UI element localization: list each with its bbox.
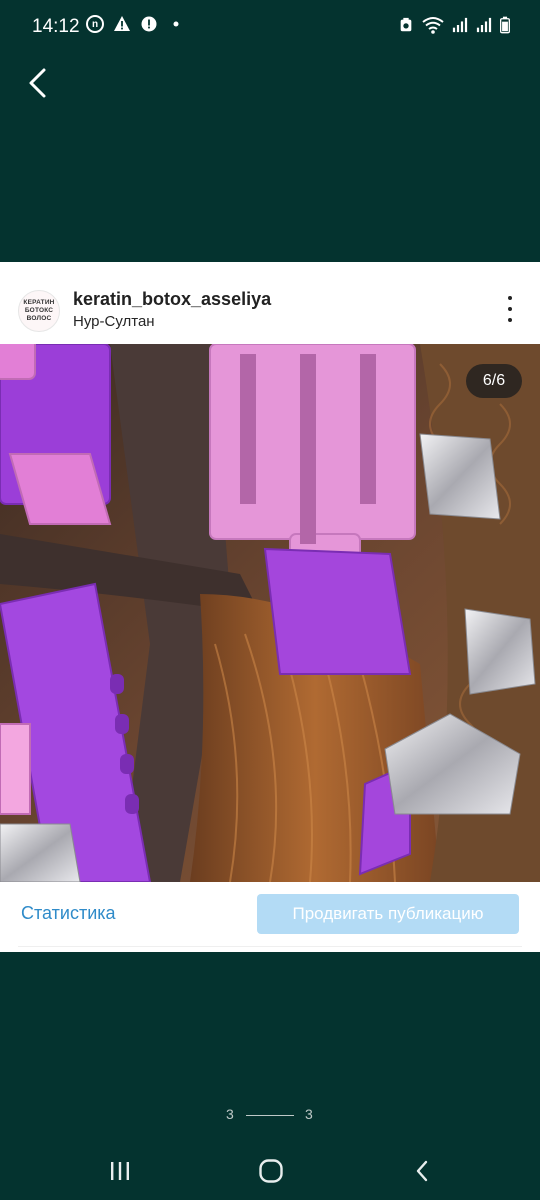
home-button[interactable]	[251, 1156, 291, 1186]
post-card: КЕРАТИН БОТОКС ВОЛОС keratin_botox_asseliy…	[0, 262, 540, 952]
pager-right: 3	[305, 1106, 313, 1122]
post-header: КЕРАТИН БОТОКС ВОЛОС keratin_botox_asseliy…	[0, 262, 540, 344]
divider	[18, 946, 522, 947]
system-back-button[interactable]	[403, 1156, 443, 1186]
status-left-icons: n	[86, 15, 185, 33]
image-counter: 6/6	[466, 364, 522, 398]
system-nav-bar	[0, 1140, 540, 1200]
more-vertical-icon	[508, 296, 512, 300]
signal-icon	[452, 16, 468, 39]
wifi-icon	[422, 16, 444, 39]
back-icon	[416, 1160, 428, 1182]
pager-left: 3	[226, 1106, 234, 1122]
dot-icon	[167, 15, 185, 33]
post-image-content	[0, 344, 540, 882]
statistics-link[interactable]: Статистика	[21, 903, 116, 924]
signal-icon	[476, 16, 492, 39]
recents-icon	[111, 1162, 129, 1180]
alert-icon	[140, 15, 158, 33]
home-icon	[259, 1159, 283, 1183]
status-time: 14:12	[32, 16, 80, 37]
n-notification-icon: n	[86, 15, 104, 33]
post-actions: Статистика Продвигать публикацию	[0, 882, 540, 952]
battery-saver-icon	[398, 16, 414, 39]
status-bar: 14:12 n	[0, 0, 540, 56]
more-options-button[interactable]	[500, 296, 520, 322]
avatar[interactable]: КЕРАТИН БОТОКС ВОЛОС	[18, 290, 60, 332]
warning-icon	[113, 15, 131, 33]
post-image[interactable]: 6/6	[0, 344, 540, 882]
battery-icon	[500, 15, 510, 40]
username[interactable]: keratin_botox_asseliya	[73, 289, 271, 310]
location[interactable]: Нур-Султан	[73, 313, 155, 330]
promote-post-button[interactable]: Продвигать публикацию	[257, 894, 519, 934]
status-right-icons	[398, 15, 510, 40]
pager-line	[246, 1115, 294, 1116]
pager: 3 3	[0, 1104, 540, 1128]
back-button[interactable]	[24, 66, 54, 100]
avatar-logo: КЕРАТИН БОТОКС ВОЛОС	[23, 299, 55, 322]
recents-button[interactable]	[100, 1156, 140, 1186]
chevron-left-icon	[29, 68, 46, 98]
